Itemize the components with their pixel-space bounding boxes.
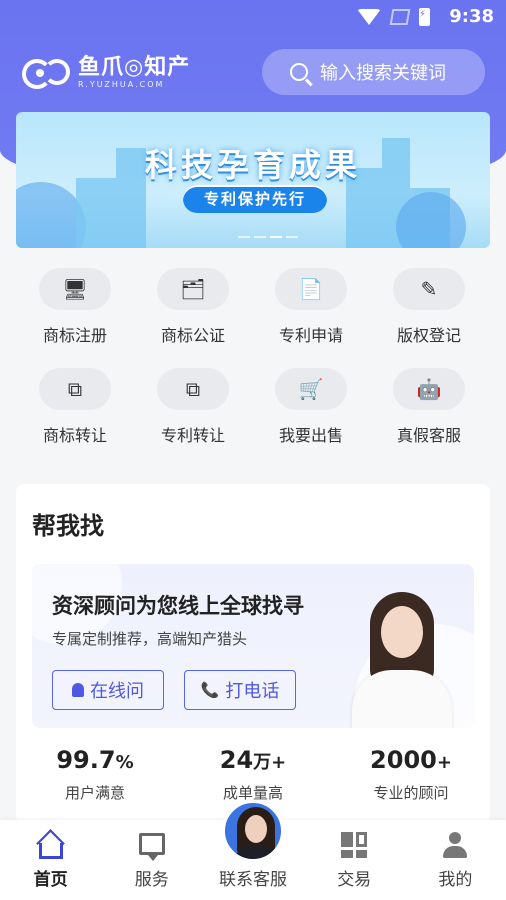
certificate-icon: 🗂	[157, 268, 229, 310]
service-patent-apply[interactable]: 📄 专利申请	[252, 268, 370, 346]
pen-icon: ✎	[393, 268, 465, 310]
service-grid: 🖥 商标注册 🗂 商标公证 📄 专利申请 ✎ 版权登记 ⧉ 商标转让 ⧉ 专利转…	[16, 268, 490, 446]
service-label: 版权登记	[396, 326, 461, 345]
status-bar: 9:38	[0, 0, 506, 34]
logo-domain: R.YUZHUA.COM	[78, 79, 165, 89]
stats-row: 99.7% 用户满意 24万+ 成单量高 2000+ 专业的顾问	[16, 746, 490, 803]
tab-service[interactable]: 服务	[101, 820, 202, 900]
tab-label: 首页	[33, 870, 68, 890]
battery-charging-icon	[419, 8, 430, 26]
phone-icon: 📞	[200, 681, 220, 699]
service-trademark-register[interactable]: 🖥 商标注册	[16, 268, 134, 346]
customer-service-avatar[interactable]	[222, 800, 284, 862]
advisor-panel: 资深顾问为您线上全球找寻 专属定制推荐，高端知产猎头 在线问 📞 打电话	[32, 564, 474, 728]
service-label: 真假客服	[396, 426, 461, 445]
service-label: 商标转让	[42, 426, 107, 445]
banner-subtitle: 专利保护先行	[183, 185, 327, 213]
search-icon	[290, 63, 308, 81]
banner-title: 科技孕育成果	[144, 146, 361, 184]
search-input[interactable]: 输入搜索关键词	[262, 49, 485, 95]
service-trademark-transfer[interactable]: ⧉ 商标转让	[16, 368, 134, 446]
service-trademark-notary[interactable]: 🗂 商标公证	[134, 268, 252, 346]
patent-doc-icon: 📄	[275, 268, 347, 310]
service-label: 我要出售	[278, 426, 343, 445]
status-time: 9:38	[449, 6, 494, 27]
app-logo: 鱼爪◎知产 R.YUZHUA.COM	[22, 52, 192, 92]
service-verify-support[interactable]: 🤖 真假客服	[370, 368, 488, 446]
advisor-photo	[352, 592, 452, 728]
tab-me[interactable]: 我的	[405, 820, 506, 900]
banner-pagination	[238, 236, 298, 238]
transfer-icon: ⧉	[39, 368, 111, 410]
tab-label: 联系客服	[218, 870, 287, 890]
patent-transfer-icon: ⧉	[157, 368, 229, 410]
tab-label: 服务	[134, 870, 169, 890]
stat-orders: 24万+ 成单量高	[219, 746, 287, 802]
section-title: 帮我找	[32, 512, 104, 540]
status-icons	[357, 8, 430, 26]
tab-home[interactable]: 首页	[0, 820, 101, 900]
service-label: 商标公证	[160, 326, 225, 345]
logo-mark-icon	[22, 55, 74, 89]
home-icon	[37, 831, 65, 859]
stat-advisors: 2000+ 专业的顾问	[370, 746, 452, 802]
grid-icon	[340, 831, 368, 859]
online-consult-button[interactable]: 在线问	[52, 670, 164, 710]
service-bot-icon: 🤖	[393, 368, 465, 410]
service-label: 商标注册	[42, 326, 107, 345]
no-signal-icon	[389, 9, 411, 25]
help-find-card: 帮我找 资深顾问为您线上全球找寻 专属定制推荐，高端知产猎头 在线问 📞 打电话…	[16, 484, 490, 824]
service-label: 专利申请	[278, 326, 343, 345]
tab-trade[interactable]: 交易	[304, 820, 405, 900]
monitor-icon: 🖥	[39, 268, 111, 310]
chat-bubble-icon	[72, 683, 84, 697]
message-icon	[138, 831, 166, 861]
advisor-subline: 专属定制推荐，高端知产猎头	[52, 630, 248, 648]
service-label: 专利转让	[160, 426, 225, 445]
call-label: 打电话	[225, 681, 280, 702]
search-placeholder: 输入搜索关键词	[320, 63, 446, 84]
advisor-headline: 资深顾问为您线上全球找寻	[52, 594, 304, 618]
tab-label: 交易	[337, 870, 372, 890]
cart-icon: 🛒	[275, 368, 347, 410]
service-sell[interactable]: 🛒 我要出售	[252, 368, 370, 446]
user-icon	[441, 831, 469, 859]
service-copyright-register[interactable]: ✎ 版权登记	[370, 268, 488, 346]
call-button[interactable]: 📞 打电话	[184, 670, 296, 710]
wifi-icon	[357, 9, 381, 25]
logo-name: 鱼爪◎知产	[78, 54, 191, 80]
promo-banner[interactable]: 科技孕育成果 专利保护先行	[16, 112, 490, 248]
online-consult-label: 在线问	[90, 681, 144, 702]
service-patent-transfer[interactable]: ⧉ 专利转让	[134, 368, 252, 446]
stat-satisfaction: 99.7% 用户满意	[56, 746, 134, 802]
tab-label: 我的	[438, 870, 473, 890]
